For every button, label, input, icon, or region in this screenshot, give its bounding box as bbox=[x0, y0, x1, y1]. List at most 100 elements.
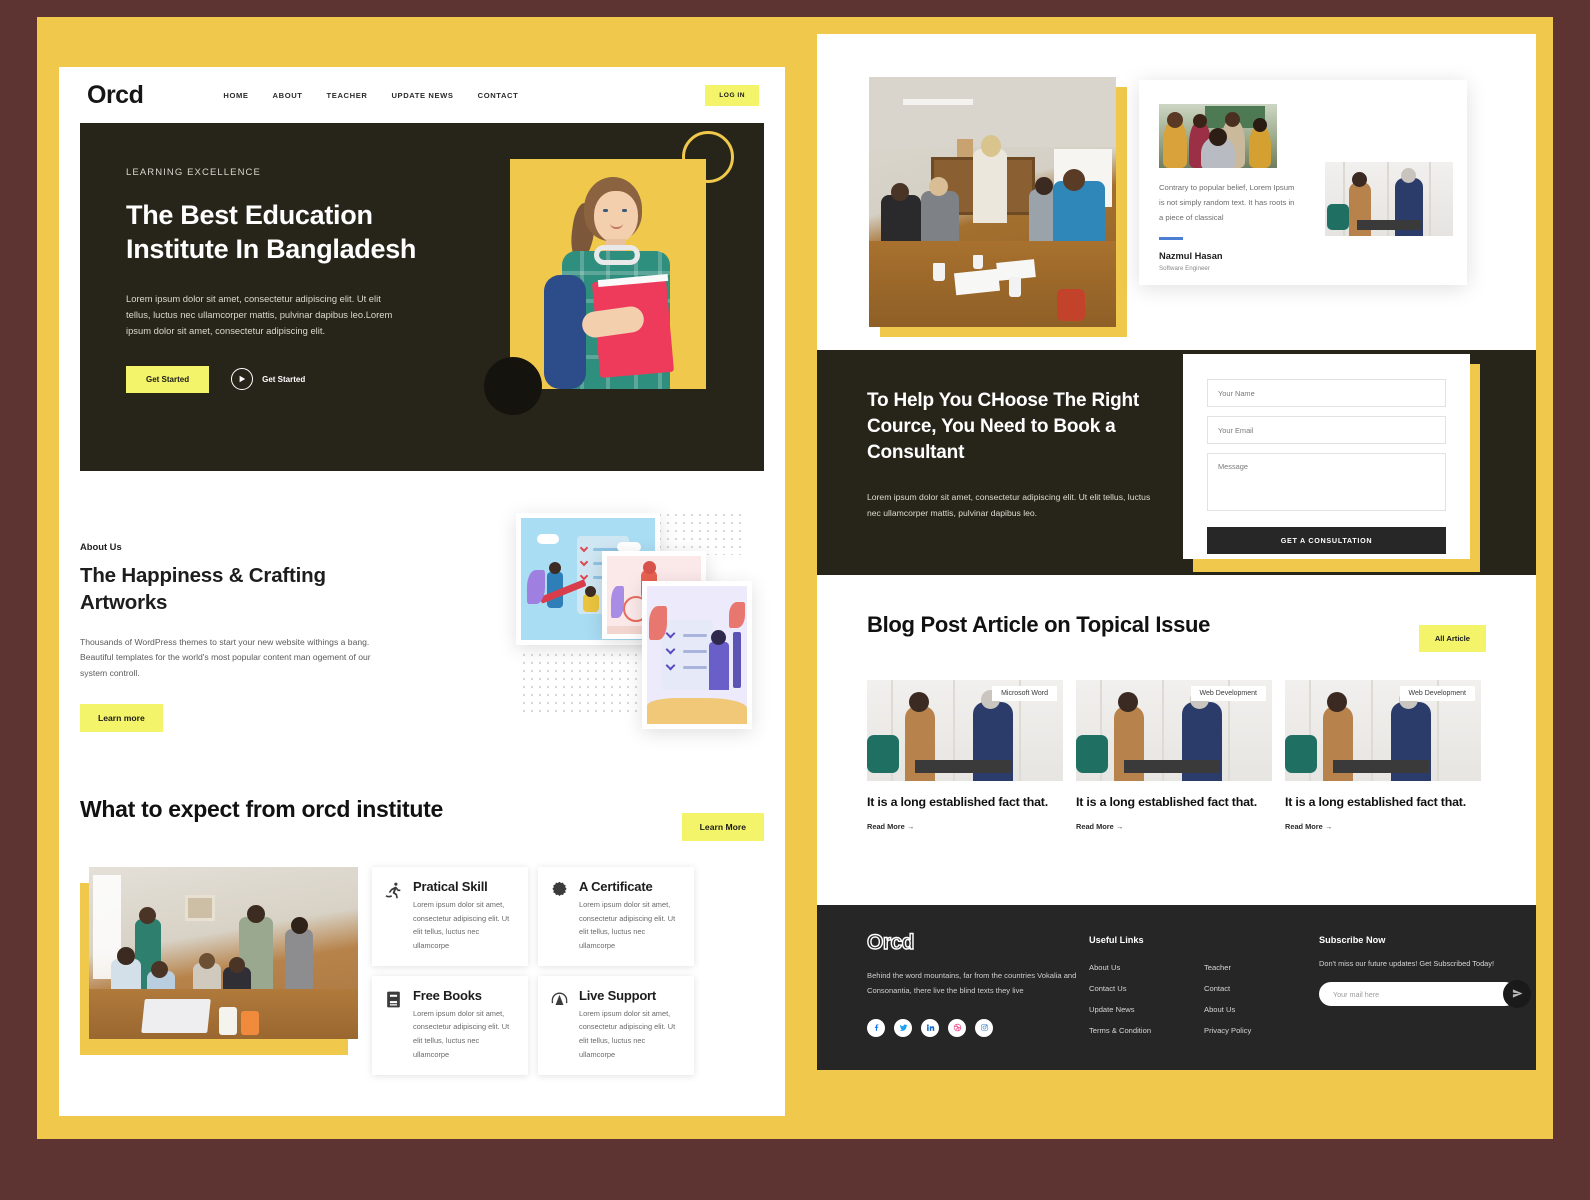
send-icon bbox=[1512, 987, 1523, 1002]
footer-link-teacher[interactable]: Teacher bbox=[1204, 963, 1319, 972]
instagram-icon[interactable] bbox=[975, 1018, 993, 1037]
right-column: Contrary to popular belief, Lorem Ipsum … bbox=[817, 17, 1553, 1139]
read-more-link[interactable]: Read More → bbox=[1076, 822, 1272, 831]
hero-cta-group: Get Started Get Started bbox=[126, 365, 456, 393]
blog-card[interactable]: Web Development It is a long established… bbox=[1285, 680, 1481, 831]
testimonial-rule bbox=[1159, 237, 1183, 240]
name-input[interactable] bbox=[1207, 379, 1446, 407]
nav-item-home[interactable]: HOME bbox=[223, 91, 248, 100]
feature-title: Pratical Skill bbox=[413, 879, 488, 894]
nav-item-about[interactable]: ABOUT bbox=[273, 91, 303, 100]
feature-card-free-books[interactable]: Free Books Lorem ipsum dolor sit amet, c… bbox=[372, 975, 528, 1075]
blog-title: Blog Post Article on Topical Issue bbox=[867, 612, 1211, 637]
testimonial-card: Contrary to popular belief, Lorem Ipsum … bbox=[1139, 80, 1467, 285]
page-columns: Orcd HOME ABOUT TEACHER UPDATE NEWS CONT… bbox=[37, 17, 1553, 1139]
office-handshake-photo bbox=[1325, 162, 1453, 236]
get-consultation-button[interactable]: GET A CONSULTATION bbox=[1207, 527, 1446, 554]
blog-grid: Microsoft Word It is a long established … bbox=[867, 680, 1486, 831]
footer-links-column: Useful Links About Us Contact Us Update … bbox=[1089, 931, 1319, 1070]
facebook-icon[interactable] bbox=[867, 1018, 885, 1037]
skier-icon bbox=[384, 879, 404, 953]
hero-section: LEARNING EXCELLENCE The Best Education I… bbox=[80, 123, 764, 471]
certificate-badge-icon bbox=[550, 879, 570, 953]
expect-section: What to expect from orcd institute Learn… bbox=[80, 795, 764, 1075]
blog-card[interactable]: Microsoft Word It is a long established … bbox=[867, 680, 1063, 831]
footer-link-contact-us[interactable]: Contact Us bbox=[1089, 984, 1204, 993]
about-illustration bbox=[506, 501, 768, 737]
blog-tag: Web Development bbox=[1399, 686, 1475, 701]
hero-eyebrow: LEARNING EXCELLENCE bbox=[126, 167, 261, 178]
about-section: About Us The Happiness & Crafting Artwor… bbox=[80, 511, 764, 753]
play-icon bbox=[231, 368, 254, 391]
feature-card-certificate[interactable]: A Certificate Lorem ipsum dolor sit amet… bbox=[538, 867, 694, 966]
footer-links-col-1: About Us Contact Us Update News Terms & … bbox=[1089, 963, 1204, 1035]
subscribe-text: Don't miss our future updates! Get Subsc… bbox=[1319, 959, 1495, 968]
book-icon bbox=[384, 988, 404, 1062]
illustration-card-3 bbox=[642, 581, 752, 729]
testimonial-section: Contrary to popular belief, Lorem Ipsum … bbox=[817, 34, 1536, 350]
feature-title: Free Books bbox=[413, 987, 482, 1003]
all-article-button[interactable]: All Article bbox=[1418, 625, 1486, 652]
expect-learn-more-button[interactable]: Learn More bbox=[681, 813, 764, 841]
subscribe-send-button[interactable] bbox=[1503, 980, 1531, 1008]
feature-desc: Lorem ipsum dolor sit amet, consectetur … bbox=[579, 1008, 676, 1059]
footer-link-contact[interactable]: Contact bbox=[1204, 984, 1319, 993]
hero-copy: LEARNING EXCELLENCE The Best Education I… bbox=[126, 167, 456, 393]
subscribe-email-input[interactable] bbox=[1319, 982, 1517, 1006]
blog-card-title: It is a long established fact that. bbox=[867, 795, 1048, 809]
feature-desc: Lorem ipsum dolor sit amet, consectetur … bbox=[413, 900, 510, 951]
watch-video-button[interactable]: Get Started bbox=[231, 368, 305, 391]
message-textarea[interactable] bbox=[1207, 453, 1446, 511]
footer-link-about-us[interactable]: About Us bbox=[1089, 963, 1204, 972]
expect-header: What to expect from orcd institute Learn… bbox=[80, 795, 764, 841]
hero-student-photo bbox=[510, 159, 706, 389]
read-more-link[interactable]: Read More → bbox=[867, 822, 1063, 831]
nav-item-teacher[interactable]: TEACHER bbox=[327, 91, 368, 100]
consultation-title: To Help You CHoose The Right Cource, You… bbox=[867, 390, 1140, 464]
blog-section: Blog Post Article on Topical Issue All A… bbox=[817, 575, 1536, 905]
blog-thumbnail: Web Development bbox=[1285, 680, 1481, 781]
blog-header: Blog Post Article on Topical Issue All A… bbox=[867, 611, 1486, 652]
blog-card-title: It is a long established fact that. bbox=[1076, 795, 1257, 809]
about-eyebrow: About Us bbox=[80, 541, 122, 552]
blog-thumbnail: Web Development bbox=[1076, 680, 1272, 781]
footer-brand-column: Orcd Behind the word mountains, far from… bbox=[866, 930, 1089, 1070]
meeting-room-photo bbox=[869, 77, 1116, 327]
nav-item-update-news[interactable]: UPDATE NEWS bbox=[391, 91, 453, 100]
subscribe-heading: Subscribe Now bbox=[1319, 935, 1386, 945]
footer-link-about[interactable]: About Us bbox=[1204, 1005, 1319, 1014]
footer-logo[interactable]: Orcd bbox=[866, 930, 1089, 955]
linkedin-icon[interactable] bbox=[921, 1018, 939, 1037]
email-input[interactable] bbox=[1207, 416, 1446, 444]
about-learn-more-button[interactable]: Learn more bbox=[80, 704, 163, 733]
footer-link-update-news[interactable]: Update News bbox=[1089, 1005, 1204, 1014]
testimonial-quote: Contrary to popular belief, Lorem Ipsum … bbox=[1159, 183, 1295, 223]
homepage-bottom-section: Contrary to popular belief, Lorem Ipsum … bbox=[817, 34, 1536, 1070]
hero-body: Lorem ipsum dolor sit amet, consectetur … bbox=[126, 292, 393, 337]
login-button[interactable]: LOG IN bbox=[705, 84, 759, 106]
feature-card-live-support[interactable]: Live Support Lorem ipsum dolor sit amet,… bbox=[538, 975, 694, 1075]
footer-links-wrap: About Us Contact Us Update News Terms & … bbox=[1089, 963, 1319, 1035]
footer-link-terms[interactable]: Terms & Condition bbox=[1089, 1026, 1204, 1035]
hero-image-block bbox=[484, 131, 734, 415]
left-column: Orcd HOME ABOUT TEACHER UPDATE NEWS CONT… bbox=[37, 17, 817, 1139]
blog-card[interactable]: Web Development It is a long established… bbox=[1076, 680, 1272, 831]
twitter-icon[interactable] bbox=[894, 1018, 912, 1037]
footer-link-privacy-policy[interactable]: Privacy Policy bbox=[1204, 1026, 1319, 1035]
nav-item-contact[interactable]: CONTACT bbox=[478, 91, 519, 100]
read-more-link[interactable]: Read More → bbox=[1285, 822, 1481, 831]
blog-card-title: It is a long established fact that. bbox=[1285, 795, 1466, 809]
students-group-photo bbox=[1159, 104, 1277, 168]
dot-pattern-top bbox=[656, 511, 742, 555]
footer-socials bbox=[867, 1018, 1089, 1037]
nav-links: HOME ABOUT TEACHER UPDATE NEWS CONTACT bbox=[223, 91, 518, 100]
feature-card-practical-skill[interactable]: Pratical Skill Lorem ipsum dolor sit ame… bbox=[372, 867, 528, 966]
footer: Orcd Behind the word mountains, far from… bbox=[817, 905, 1536, 1070]
get-started-button[interactable]: Get Started bbox=[126, 365, 210, 393]
site-logo[interactable]: Orcd bbox=[87, 81, 144, 110]
about-copy: About Us The Happiness & Crafting Artwor… bbox=[80, 523, 400, 753]
dribbble-icon[interactable] bbox=[948, 1018, 966, 1037]
blog-thumbnail: Microsoft Word bbox=[867, 680, 1063, 781]
homepage-top-section: Orcd HOME ABOUT TEACHER UPDATE NEWS CONT… bbox=[59, 67, 785, 1116]
expect-photo-block bbox=[80, 867, 358, 1055]
